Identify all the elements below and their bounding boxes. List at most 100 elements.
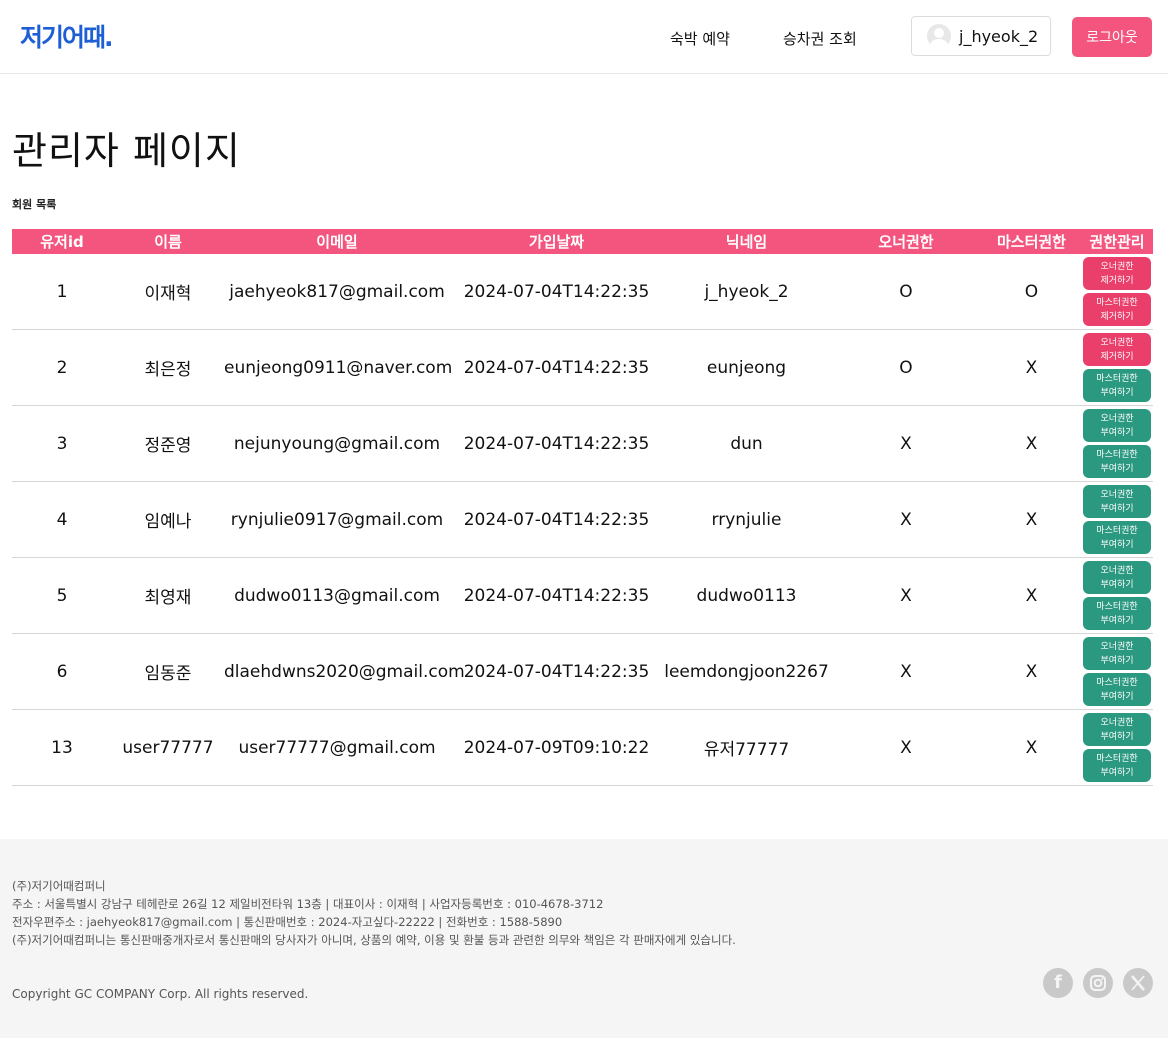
column-header-name: 이름 [112,229,224,254]
permission-button-action: 부여하기 [1100,615,1134,626]
cell-owner: X [830,557,982,634]
master-permission-grant-button[interactable]: 마스터권한 부여하기 [1083,521,1151,554]
cell-email: dudwo0113@gmail.com [224,557,450,634]
cell-email: jaehyeok817@gmail.com [224,254,450,330]
table-row: 1 이재혁 jaehyeok817@gmail.com 2024-07-04T14:2… [12,254,1153,330]
owner-permission-grant-button[interactable]: 오너권한 부여하기 [1083,409,1151,442]
instagram-icon[interactable] [1083,968,1113,998]
page-title: 관리자 페이지 [12,129,241,173]
permission-button-label: 오너권한 [1100,489,1134,500]
cell-nickname: dudwo0113 [663,557,830,634]
cell-user-id: 2 [12,329,112,406]
cell-user-id: 6 [12,633,112,710]
cell-owner: X [830,481,982,558]
permission-button-action: 제거하기 [1100,351,1134,362]
owner-permission-revoke-button[interactable]: 오너권한제거하기 [1083,333,1151,366]
cell-user-id: 13 [12,709,112,786]
cell-permission-actions: 오너권한 제거하기 마스터권한 제거하기 [1081,254,1153,330]
member-table: 유저id 이름 이메일 가입날짜 닉네임 오너권한 마스터권한 권한관리 1 이재… [12,229,1153,786]
cell-permission-actions: 오너권한 부여하기 마스터권한 부여하기 [1081,709,1153,786]
cell-permission-actions: 오너권한 부여하기 마스터권한 부여하기 [1081,405,1153,482]
cell-name: 이재혁 [112,254,224,330]
cell-email: eunjeong0911@naver.com [224,329,452,406]
permission-button-label: 마스터권한 [1096,449,1138,460]
owner-permission-grant-button[interactable]: 오너권한 부여하기 [1083,485,1151,518]
facebook-icon[interactable]: f [1043,968,1073,998]
master-permission-grant-button[interactable]: 마스터권한부여하기 [1083,597,1151,630]
permission-button-action: 부여하기 [1100,655,1134,666]
permission-button-label: 오너권한 [1100,641,1134,652]
owner-permission-grant-button[interactable]: 오너권한부여하기 [1083,637,1151,670]
nav-lodging-reservation[interactable]: 숙박 예약 [670,28,730,49]
cell-master: X [982,633,1081,710]
master-permission-grant-button[interactable]: 마스터권한 부여하기 [1083,369,1151,402]
user-profile-chip[interactable]: j_hyeok_2 [911,16,1051,56]
cell-owner: X [830,633,982,710]
owner-permission-grant-button[interactable]: 오너권한 부여하기 [1083,713,1151,746]
permission-button-action: 부여하기 [1100,767,1134,778]
cell-permission-actions: 오너권한제거하기마스터권한 부여하기 [1081,329,1153,406]
cell-owner: O [830,254,982,330]
permission-button-action: 부여하기 [1100,731,1134,742]
cell-nickname: leemdongjoon2267 [663,633,830,710]
permission-button-label: 마스터권한 [1096,525,1138,536]
table-header-row: 유저id 이름 이메일 가입날짜 닉네임 오너권한 마스터권한 권한관리 [12,229,1153,254]
master-permission-grant-button[interactable]: 마스터권한부여하기 [1083,749,1151,782]
cell-permission-actions: 오너권한 부여하기마스터권한부여하기 [1081,557,1153,634]
cell-joined: 2024-07-09T09:10:22 [450,709,663,786]
cell-user-id: 4 [12,481,112,558]
site-footer: (주)저기어때컴퍼니 주소 : 서울특별시 강남구 테헤란로 26길 12 제일… [0,839,1168,1038]
permission-button-action: 제거하기 [1100,275,1134,286]
cell-master: X [982,329,1081,406]
column-header-nickname: 닉네임 [663,229,830,254]
cell-email: rynjulie0917@gmail.com [224,481,450,558]
footer-address: 주소 : 서울특별시 강남구 테헤란로 26길 12 제일비전타워 13층 | … [12,897,604,911]
permission-button-label: 마스터권한 [1096,753,1138,764]
cell-owner: X [830,709,982,786]
master-permission-grant-button[interactable]: 마스터권한 부여하기 [1083,445,1151,478]
cell-name: 정준영 [112,405,224,482]
cell-email: nejunyoung@gmail.com [224,405,450,482]
avatar [927,24,951,48]
master-permission-revoke-button[interactable]: 마스터권한제거하기 [1083,293,1151,326]
cell-joined: 2024-07-04T14:22:35 [450,481,663,558]
permission-button-label: 오너권한 [1100,337,1134,348]
permission-button-action: 제거하기 [1100,311,1134,322]
column-header-email: 이메일 [224,229,450,254]
table-row: 2 최은정 eunjeong0911@naver.com 2024-07-04T14:… [12,329,1153,406]
username: j_hyeok_2 [959,27,1039,46]
x-icon[interactable] [1123,968,1153,998]
cell-master: X [982,709,1081,786]
master-permission-grant-button[interactable]: 마스터권한 부여하기 [1083,673,1151,706]
footer-copyright: Copyright GC COMPANY Corp. All rights re… [12,987,309,1001]
table-row: 13 user77777 user77777@gmail.com 2024-07-09… [12,709,1153,786]
owner-permission-grant-button[interactable]: 오너권한 부여하기 [1083,561,1151,594]
table-row: 6 임동준 dlaehdwns2020@gmail.com 2024-07-04T14… [12,633,1153,710]
permission-button-action: 부여하기 [1100,691,1134,702]
cell-name: 최은정 [112,329,224,406]
column-header-user-id: 유저id [12,229,112,254]
table-row: 3 정준영 nejunyoung@gmail.com 2024-07-04T14:22… [12,405,1153,482]
cell-nickname: eunjeong [663,329,830,406]
cell-name: 임예나 [112,481,224,558]
permission-button-label: 마스터권한 [1096,297,1138,308]
permission-button-label: 마스터권한 [1096,601,1138,612]
cell-joined: 2024-07-04T14:22:35 [450,254,663,330]
permission-button-label: 오너권한 [1100,413,1134,424]
footer-disclaimer: (주)저기어때컴퍼니는 통신판매중개자로서 통신판매의 당사자가 아니며, 상품… [12,933,736,947]
cell-email: user77777@gmail.com [224,709,450,786]
cell-permission-actions: 오너권한 부여하기 마스터권한 부여하기 [1081,633,1153,710]
cell-joined: 2024-07-04T14:22:35 [450,329,663,406]
cell-nickname: dun [663,405,830,482]
cell-user-id: 1 [12,254,112,330]
cell-name: user77777 [112,709,224,786]
cell-nickname: j_hyeok_2 [663,254,830,330]
cell-email: dlaehdwns2020@gmail.com [224,633,465,710]
cell-name: 임동준 [112,633,224,710]
logout-button[interactable]: 로그아웃 [1072,17,1152,57]
owner-permission-revoke-button[interactable]: 오너권한 제거하기 [1083,257,1151,290]
column-header-manage: 권한관리 [1081,229,1153,254]
site-logo[interactable]: 저기어때. [20,18,113,54]
nav-ticket-lookup[interactable]: 승차권 조회 [783,28,857,49]
permission-button-label: 마스터권한 [1096,373,1138,384]
